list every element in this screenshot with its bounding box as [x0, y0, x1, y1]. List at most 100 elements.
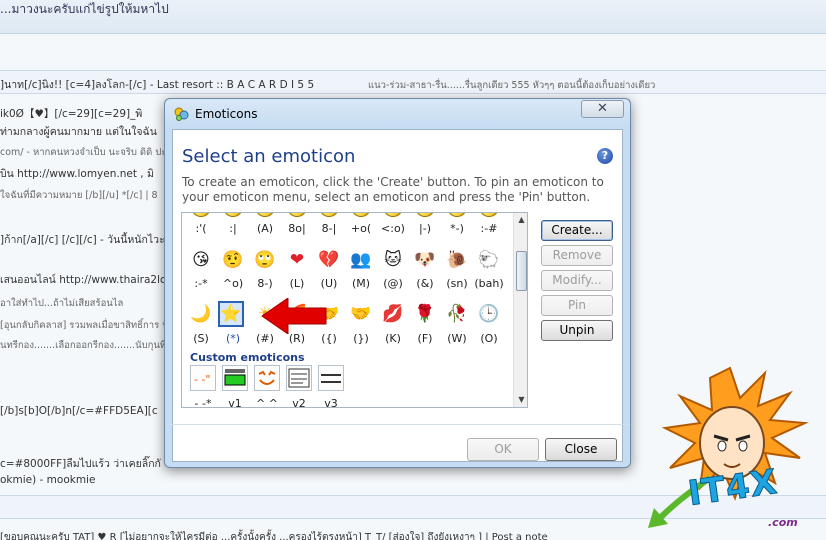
shut-mouth-face-icon — [479, 213, 499, 217]
emoticon-code: |-) — [419, 222, 431, 235]
sleeping-moon-icon: 🌙 — [190, 304, 212, 324]
emoticon-code: +o( — [350, 222, 372, 235]
emoticon-code: (O) — [480, 332, 498, 345]
emoticon-code: (sn) — [446, 277, 468, 290]
emoticon-star-selected[interactable]: ⭐ — [218, 301, 244, 327]
emoticon-messenger[interactable]: 👥 — [348, 247, 374, 273]
page-top-bar: ...มาวงนะครับแก่ไข่รูปให้มหาไป — [0, 0, 826, 34]
custom-emoticon-5[interactable] — [318, 365, 344, 391]
dialog-title: Emoticons — [195, 107, 258, 121]
emoticon-broken-heart[interactable]: 💔 — [316, 247, 342, 273]
teeth-face-icon — [287, 213, 307, 217]
emoticon-code: 8-) — [257, 277, 273, 290]
pin-button[interactable]: Pin — [541, 295, 613, 316]
clock-icon: 🕒 — [478, 304, 500, 324]
emoticon-grid-scrollbar[interactable]: ▲ ▼ — [513, 213, 527, 407]
emoticon-code: :'( — [195, 222, 207, 235]
emoticon-snail[interactable]: 🐌 — [444, 247, 470, 273]
custom-emoticon-codes: - -* v1 ^ ^ v2 v3 — [188, 397, 508, 408]
dialog-title-bar[interactable]: Emoticons ✕ — [165, 99, 630, 129]
emoticon-code: (M) — [351, 277, 371, 290]
create-button[interactable]: Create... — [541, 220, 613, 241]
custom-emoticon-3[interactable] — [254, 365, 280, 391]
custom-emoticon-1[interactable]: - -" — [190, 365, 216, 391]
emoticon-code: (A) — [256, 222, 274, 235]
emoticon-code: (@) — [383, 277, 403, 290]
dialog-footer-separator — [165, 424, 630, 425]
custom-emoticon-4[interactable] — [286, 365, 312, 391]
emoticon-code: (U) — [320, 277, 338, 290]
emoticon-code: :-# — [480, 222, 498, 235]
ok-button[interactable]: OK — [467, 438, 539, 461]
emoticon-cat[interactable]: 🐱 — [380, 247, 406, 273]
emoticon-code: (L) — [289, 277, 305, 290]
scrollbar-thumb[interactable] — [516, 251, 527, 291]
remove-button[interactable]: Remove — [541, 245, 613, 266]
emoticon-heart[interactable]: ❤ — [284, 247, 310, 273]
messenger-icon: 👥 — [350, 250, 372, 270]
emoticon-code: (F) — [417, 332, 433, 345]
custom-lines-icon — [321, 374, 341, 383]
emoticon-code: 8-| — [321, 222, 337, 235]
emoticon-codes-row-3: (S) (*) (#) (R) ({) (}) (K) (F) (W) (O) — [188, 332, 508, 346]
emoticon-secret[interactable]: 😘 — [188, 247, 214, 273]
custom-emoticon-row: - -" — [188, 365, 508, 391]
page-top-text: ...มาวงนะครับแก่ไข่รูปให้มหาไป — [0, 2, 169, 16]
custom-dash-face-icon: - -" — [194, 373, 211, 386]
emoticon-wilted-rose[interactable]: 🥀 — [444, 301, 470, 327]
sarcastic-face-icon: 🤨 — [222, 250, 244, 270]
emoticon-black-sheep[interactable]: 🐑 — [476, 247, 502, 273]
red-heart-icon: ❤ — [289, 250, 305, 270]
emoticon-clock[interactable]: 🕒 — [476, 301, 502, 327]
note-row-text-b: แนว-ร่วม-สาธา-รื่น......รื่นลูกเดียว 555… — [368, 80, 656, 91]
emoticon-sleeping-moon[interactable]: 🌙 — [188, 301, 214, 327]
note-line-12: c=#8000FF]ลืมไปแร้ว ว่าเคยลิ๊กกั — [0, 458, 161, 470]
emoticon-code: (}) — [353, 332, 369, 345]
custom-smile-icon — [258, 370, 276, 385]
note-line-6: ]ก้าก[/a][/c] [/c][/c] - วันนี้หนักไวะ55 — [0, 234, 179, 246]
red-pointer-arrow-icon — [262, 298, 327, 334]
title-close-button[interactable]: ✕ — [581, 100, 624, 118]
custom-emoticons-heading: Custom emoticons — [190, 351, 305, 364]
custom-emoticon-code: v1 — [228, 397, 242, 408]
unpin-button[interactable]: Unpin — [541, 320, 613, 341]
emoticon-code: :-* — [194, 277, 208, 290]
custom-text-box-icon — [288, 368, 310, 388]
emoticon-lips[interactable]: 💋 — [380, 301, 406, 327]
note-line-7: เสนออนไลน์ http://www.thaira2lov — [0, 274, 173, 286]
emoticon-rolling-eyes[interactable]: 🙄 — [252, 247, 278, 273]
note-line-9: [อุนกลับกิคลาส] รวมพลเมื่อขาสิทธิ์การ ปั… — [0, 320, 186, 331]
crying-face-icon — [191, 213, 211, 217]
scroll-up-arrow-icon[interactable]: ▲ — [514, 213, 527, 227]
modify-button[interactable]: Modify... — [541, 270, 613, 291]
note-line-1: ik0Ø【♥】[/c=29][c=29]_พิ — [0, 108, 143, 120]
emoticon-dog[interactable]: 🐶 — [412, 247, 438, 273]
note-line-10: นทรีกอง.......เลือกออกรีกอง.......นับกุน… — [0, 340, 167, 351]
custom-emoticon-2[interactable] — [222, 365, 248, 391]
custom-emoticon-code: v2 — [292, 397, 306, 408]
wilted-rose-icon: 🥀 — [446, 304, 468, 324]
emoticon-app-icon — [174, 107, 189, 121]
emoticon-code-selected: (*) — [225, 332, 241, 345]
emoticon-row-3: 🌙 ⭐ ☀ 🌈 🤝 🤝 💋 🌹 🥀 🕒 — [188, 301, 508, 327]
emoticon-right-hug[interactable]: 🤝 — [348, 301, 374, 327]
sick-face-icon — [351, 213, 371, 217]
emoticon-code: *-) — [450, 222, 464, 235]
logo-domain-text: .com — [768, 516, 798, 529]
rolling-eyes-face-icon: 🙄 — [254, 250, 276, 270]
emoticon-row-2: 😘 🤨 🙄 ❤ 💔 👥 🐱 🐶 🐌 🐑 — [188, 247, 508, 271]
note-line-11: [/b]s[b]O[/b]n[/c=#FFD5EA][c — [0, 405, 158, 417]
emoticon-sarcastic[interactable]: 🤨 — [220, 247, 246, 273]
broken-heart-icon: 💔 — [318, 250, 340, 270]
close-button[interactable]: Close — [545, 438, 617, 461]
scroll-down-arrow-icon[interactable]: ▼ — [514, 393, 527, 407]
dialog-description: To create an emoticon, click the 'Create… — [182, 175, 604, 204]
help-icon[interactable]: ? — [597, 148, 613, 164]
emoticon-rose[interactable]: 🌹 — [412, 301, 438, 327]
page-bottom-text: [ขอบคุณนะครับ TAT] ♥ R [ไม่อยากจะให้ไครม… — [0, 532, 548, 540]
custom-emoticon-code: ^ ^ — [256, 397, 278, 408]
emoticon-code: :| — [229, 222, 237, 235]
snail-icon: 🐌 — [446, 250, 468, 270]
red-rose-icon: 🌹 — [414, 304, 436, 324]
angel-face-icon — [255, 213, 275, 217]
